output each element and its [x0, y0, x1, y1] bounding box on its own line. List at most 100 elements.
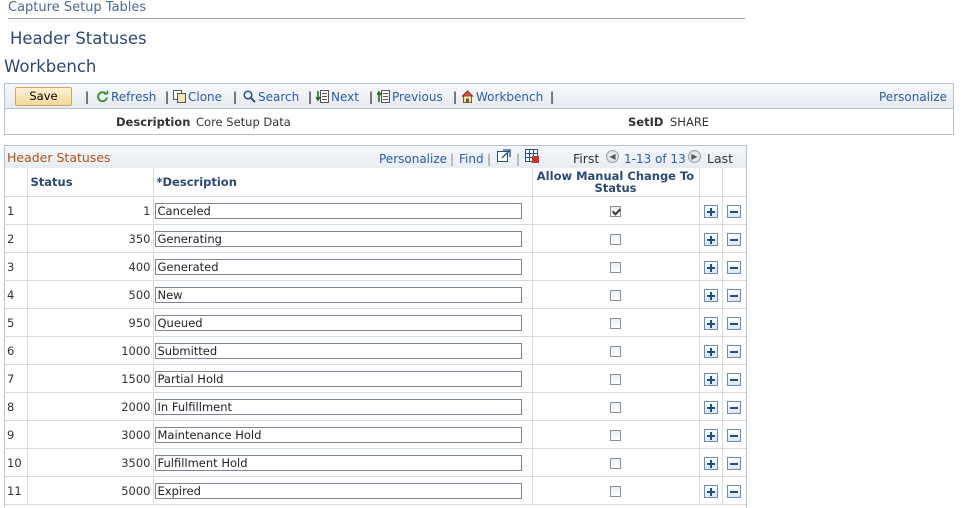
description-column-header[interactable]: *Description — [153, 168, 533, 197]
description-field[interactable] — [154, 202, 522, 219]
add-row-icon[interactable] — [703, 484, 718, 498]
status-value: 950 — [27, 308, 154, 337]
row-number: 2 — [5, 224, 28, 253]
delete-row-icon[interactable] — [727, 400, 741, 414]
add-row-icon[interactable] — [703, 288, 718, 302]
table-header-row: Status *Description Allow Manual Change … — [5, 168, 746, 197]
delete-row-icon[interactable] — [727, 456, 741, 470]
allow-manual-checkbox[interactable] — [610, 429, 621, 441]
delete-row-icon[interactable] — [727, 316, 741, 330]
delete-row-icon[interactable] — [727, 232, 741, 246]
add-row-icon[interactable] — [703, 260, 718, 274]
add-row-icon[interactable] — [703, 428, 718, 442]
next-icon — [316, 90, 329, 103]
toolbar-separator: | — [369, 90, 374, 104]
delete-row-icon[interactable] — [727, 288, 741, 302]
status-value: 1000 — [27, 336, 154, 365]
workbench-link[interactable]: Workbench — [461, 90, 543, 104]
row-number: 3 — [5, 252, 28, 281]
next-page-icon[interactable]: ▶ — [688, 150, 701, 163]
table-row: 7 1500 — [5, 364, 746, 393]
search-link[interactable]: Search — [243, 90, 299, 104]
page-title: Header Statuses — [10, 29, 147, 48]
allow-manual-checkbox[interactable] — [610, 317, 621, 329]
next-label: Next — [331, 90, 359, 104]
description-field[interactable] — [154, 286, 522, 303]
table-row: 4 500 — [5, 280, 746, 309]
delete-row-icon[interactable] — [727, 428, 741, 442]
description-field[interactable] — [154, 398, 522, 415]
row-number-header — [5, 168, 28, 197]
description-value: Core Setup Data — [196, 115, 291, 129]
allow-manual-column-header[interactable]: Allow Manual Change To Status — [532, 168, 700, 197]
allow-manual-checkbox[interactable] — [610, 485, 621, 497]
grid-range: 1-13 of 13 — [624, 152, 686, 166]
info-panel: Description Core Setup Data SetID SHARE — [4, 109, 954, 135]
allow-manual-checkbox[interactable] — [610, 261, 621, 273]
add-row-icon[interactable] — [703, 400, 718, 414]
allow-manual-checkbox[interactable] — [610, 205, 621, 217]
description-field[interactable] — [154, 426, 522, 443]
allow-manual-checkbox[interactable] — [610, 373, 621, 385]
grid-find-link[interactable]: Find — [459, 152, 484, 166]
view-all-icon[interactable] — [497, 149, 511, 163]
allow-manual-checkbox[interactable] — [610, 233, 621, 245]
clone-link[interactable]: Clone — [173, 90, 222, 104]
setid-value: SHARE — [670, 115, 710, 129]
previous-link[interactable]: Previous — [377, 90, 443, 104]
grid-personalize-link[interactable]: Personalize — [379, 152, 447, 166]
table-row: 11 — [5, 196, 746, 225]
status-column-header[interactable]: Status — [27, 168, 154, 197]
refresh-icon — [97, 90, 109, 103]
allow-manual-checkbox[interactable] — [610, 289, 621, 301]
search-icon — [243, 90, 256, 103]
toolbar: Save | Refresh | Clone | Search | Next | — [4, 83, 954, 109]
description-field[interactable] — [154, 342, 522, 359]
row-number: 8 — [5, 392, 28, 421]
status-value: 5000 — [27, 476, 154, 505]
delete-row-icon[interactable] — [727, 260, 741, 274]
grid-separator: | — [450, 152, 455, 166]
add-column-header — [699, 168, 723, 197]
description-field[interactable] — [154, 482, 522, 499]
save-button[interactable]: Save — [15, 87, 72, 106]
refresh-link[interactable]: Refresh — [96, 90, 156, 104]
workbench-icon — [461, 90, 474, 103]
row-number: 10 — [5, 448, 28, 477]
delete-row-icon[interactable] — [727, 204, 741, 218]
previous-icon — [377, 90, 390, 103]
delete-column-header — [722, 168, 746, 197]
description-field[interactable] — [154, 370, 522, 387]
breadcrumb[interactable]: Capture Setup Tables — [8, 0, 146, 15]
delete-row-icon[interactable] — [727, 344, 741, 358]
add-row-icon[interactable] — [703, 204, 718, 218]
description-field[interactable] — [154, 258, 522, 275]
table-row: 3 400 — [5, 252, 746, 281]
refresh-label: Refresh — [111, 90, 157, 104]
add-row-icon[interactable] — [703, 316, 718, 330]
add-row-icon[interactable] — [703, 232, 718, 246]
search-label: Search — [258, 90, 300, 104]
allow-manual-checkbox[interactable] — [610, 345, 621, 357]
table-row: 9 3000 — [5, 420, 746, 449]
allow-manual-checkbox[interactable] — [610, 401, 621, 413]
previous-page-icon[interactable]: ◀ — [606, 150, 619, 163]
add-row-icon[interactable] — [703, 372, 718, 386]
grid-last-label: Last — [707, 151, 734, 166]
allow-manual-checkbox[interactable] — [610, 457, 621, 469]
add-row-icon[interactable] — [703, 344, 718, 358]
description-field[interactable] — [154, 314, 522, 331]
row-number: 6 — [5, 336, 28, 365]
clone-label: Clone — [188, 90, 223, 104]
next-link[interactable]: Next — [316, 90, 359, 104]
row-number: 5 — [5, 308, 28, 337]
table-row: 5 950 — [5, 308, 746, 337]
description-field[interactable] — [154, 230, 522, 247]
delete-row-icon[interactable] — [727, 372, 741, 386]
download-icon[interactable] — [525, 149, 539, 163]
toolbar-personalize-link[interactable]: Personalize — [879, 90, 947, 104]
add-row-icon[interactable] — [703, 456, 718, 470]
table-row: 2 350 — [5, 224, 746, 253]
delete-row-icon[interactable] — [727, 484, 741, 498]
description-field[interactable] — [154, 454, 522, 471]
